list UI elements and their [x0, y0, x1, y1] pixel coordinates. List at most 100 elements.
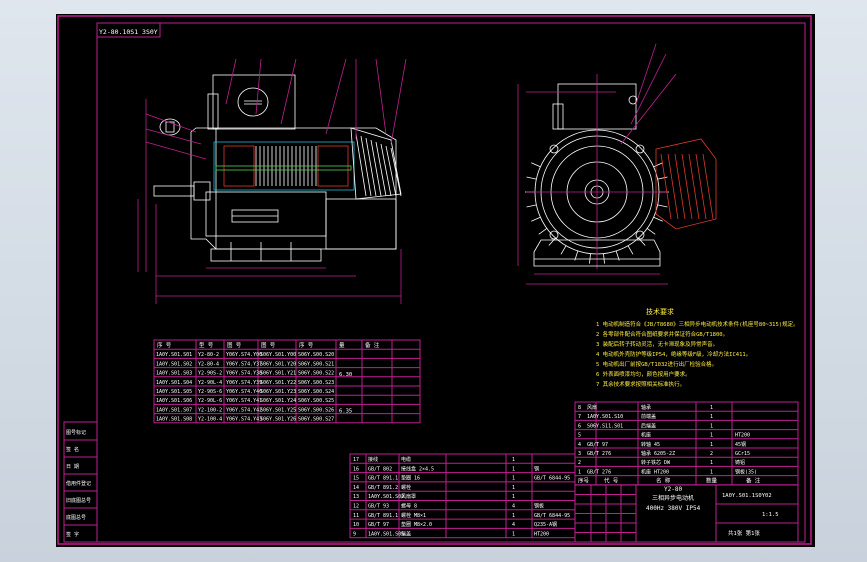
cell-text: S06Y.S01.Y24	[260, 398, 296, 404]
cell-text: Y2-80-4	[198, 361, 219, 367]
cell-text: Y2-90S-2	[198, 371, 222, 377]
cell-text: GCr15	[735, 451, 750, 457]
sheet-inner-border	[96, 22, 806, 543]
cell-text: 1A0Y.S01.S04	[156, 380, 192, 386]
strip-label: 借用件登记	[66, 480, 91, 487]
cell-text: S06Y.S01.Y22	[260, 380, 296, 386]
cell-text: 序 号	[157, 341, 172, 349]
cell-text: 1	[512, 531, 515, 537]
motor-assembly-drawing: Y2-80.10S1 3S0Y 图号标记签 名日 期借用件登记旧底图总号底图总号…	[57, 15, 812, 545]
title-name: 三相异步电动机	[652, 494, 694, 502]
cell-text: S06Y.S00.S20	[298, 352, 334, 358]
cell-text: Y06Y.S74.Y38	[226, 371, 262, 377]
cell-text: Y2-90S-6	[198, 389, 222, 395]
cell-text: 1A0Y.S01.S10	[587, 414, 623, 420]
corner-code: Y2-80.10S1 3S0Y	[99, 28, 158, 36]
cell-text: 量	[339, 342, 345, 349]
cell-text: GB/T 6844-95	[534, 476, 570, 482]
cell-text: 代 号	[604, 477, 619, 485]
cell-text: S06Y.S00.S27	[298, 417, 334, 423]
cell-text: 1	[710, 414, 713, 420]
cell-text: 1	[710, 433, 713, 439]
cell-text: GB/T 891.2	[368, 485, 398, 491]
cell-text: S06Y.S00.S22	[298, 371, 334, 377]
cell-text: HT200	[534, 531, 549, 537]
cell-text: Y06Y.S74.Y42	[226, 407, 262, 413]
cell-text: 接线盒 2×4.5	[401, 465, 434, 472]
left-registration-strip: 图号标记签 名日 期借用件登记旧底图总号底图总号签 字	[63, 421, 98, 543]
cell-text: 6	[578, 423, 581, 429]
cell-text: 风扇罩	[401, 493, 416, 500]
cell-text: 5	[578, 433, 581, 439]
cell-text: 1A0Y.S01.S08	[156, 417, 192, 423]
cell-text: 1	[710, 469, 713, 475]
tech-note: 5 电动机出厂前按GB/T1032进行出厂检验合格。	[596, 360, 717, 368]
cell-text: 数量	[706, 477, 718, 485]
cell-text: 1A0Y.S01.S06	[156, 398, 192, 404]
cell-text: 电缆	[401, 456, 411, 463]
strip-label: 签 字	[66, 531, 79, 538]
cell-text: 2	[710, 451, 713, 457]
cell-text: 4	[512, 504, 515, 510]
cell-text: Y2-100-2	[198, 407, 222, 413]
cell-text: 后端盖	[641, 422, 656, 429]
cell-text: Y2-100-4	[198, 417, 222, 423]
cell-text: 风扇	[587, 404, 597, 411]
cell-text: S06Y.S01.Y25	[260, 407, 296, 413]
cell-text: 10	[353, 522, 359, 528]
tech-note: 4 电动机外壳防护等级IP54，绝缘等级F级，冷却方法IC411。	[596, 350, 751, 358]
tech-note: 2 各零部件配合符合图纸要求并保证符合GB/T1800。	[596, 330, 728, 338]
tech-note: 3 装配后转子转动灵活，无卡滞现象及异常声音。	[596, 340, 718, 348]
strip-label: 底图总号	[66, 514, 86, 521]
cell-text: S06Y.S11.S01	[587, 423, 623, 429]
cell-text: S06Y.S00.S23	[298, 380, 334, 386]
cell-text: 8	[578, 405, 581, 411]
strip-label: 旧底图总号	[66, 497, 91, 504]
cell-text: S06Y.S00.S21	[298, 361, 334, 367]
cell-text: 名 称	[656, 477, 671, 485]
cell-text: 1	[512, 466, 515, 472]
cell-text: 45钢	[735, 441, 746, 448]
cell-text: GB/T 891.1	[368, 513, 398, 519]
cell-text: 1	[710, 405, 713, 411]
title-block: Y2-80三相异步电动机 400Hz 380V IP54 1A0Y.S01.1S0Y…	[574, 484, 799, 543]
cell-text: Y2-80-2	[198, 352, 219, 358]
cell-text: 1	[512, 513, 515, 519]
title-drawing-no: 1A0Y.S01.1S0Y02	[722, 493, 772, 499]
cell-text: 1A0Y.S01.S03	[156, 371, 192, 377]
cell-text: 垫圈 16	[401, 475, 420, 482]
cell-text: 螺母 8	[401, 503, 417, 510]
cell-text: Y06Y.S74.Y39	[226, 380, 262, 386]
cell-text: 图 号	[227, 341, 242, 349]
cell-text: 备 注	[365, 341, 380, 349]
cell-text: 3	[578, 451, 581, 457]
cad-viewport[interactable]: Y2-80.10S1 3S0Y 图号标记签 名日 期借用件登记 旧底图总号 底图总号…	[56, 14, 815, 547]
cell-text: 1A0Y.S01.S07	[156, 407, 192, 413]
cell-text: 图 号	[261, 341, 276, 349]
cell-text: GB/T 891.1	[368, 476, 398, 482]
cell-text: S06Y.S01.Y23	[260, 389, 296, 395]
cell-text: 螺栓 M8×1	[401, 512, 426, 519]
cell-text: 轴承	[641, 404, 651, 411]
cell-text: 机座 HT200	[641, 468, 669, 475]
cell-text: GB/T 93	[368, 504, 389, 510]
strip-label: 图号标记	[66, 429, 86, 436]
cell-text: S06Y.S01.Y20	[260, 361, 296, 367]
cell-text: GB/T 802	[368, 466, 392, 472]
cell-text: 4	[512, 522, 515, 528]
cell-text: 1A0Y.S01.S01	[156, 352, 192, 358]
title-model: Y2-80	[664, 486, 682, 493]
cell-text: GB/T 276	[587, 451, 611, 457]
motor-side-view	[137, 58, 407, 304]
cell-text: S06Y.S01.Y00	[260, 352, 296, 358]
cell-text: 1A0Y.S01.S05	[156, 389, 192, 395]
cell-text: 15	[353, 476, 359, 482]
cell-text: GB/T 97	[368, 522, 389, 528]
cell-text: 1	[512, 457, 515, 463]
cell-text: 螺栓	[401, 484, 411, 491]
cell-text: 14	[353, 485, 359, 491]
cell-text: 端盖	[401, 530, 411, 537]
cell-text: 4	[578, 442, 581, 448]
cell-text: 型 号	[199, 341, 214, 349]
cell-text: 16	[353, 466, 359, 472]
